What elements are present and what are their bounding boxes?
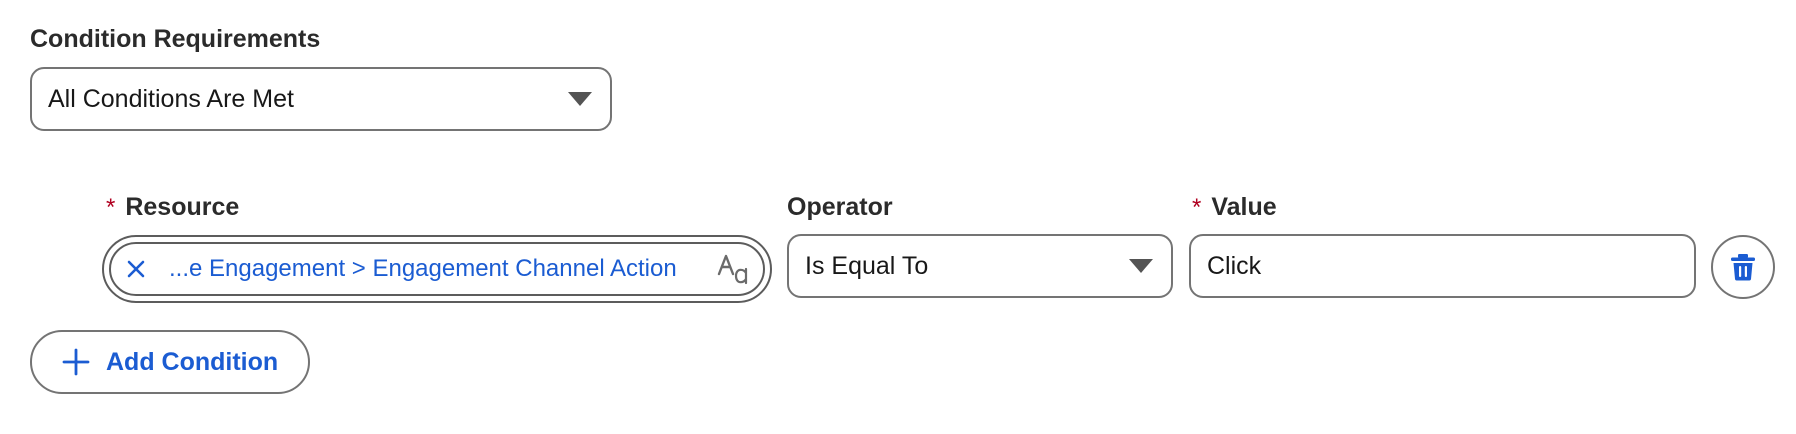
required-indicator: *: [1192, 194, 1202, 221]
value-input[interactable]: Click: [1189, 234, 1696, 298]
chevron-down-icon: [1129, 259, 1153, 273]
chevron-down-icon: [568, 92, 592, 106]
value-label: * Value: [1192, 192, 1277, 223]
trash-icon: [1731, 254, 1755, 281]
resource-pill[interactable]: ...e Engagement > Engagement Channel Act…: [109, 242, 765, 296]
condition-requirements-select[interactable]: All Conditions Are Met: [30, 67, 612, 131]
add-condition-button[interactable]: Add Condition: [30, 330, 311, 394]
text-type-icon: [717, 254, 748, 285]
remove-icon[interactable]: [123, 256, 149, 282]
resource-combobox[interactable]: ...e Engagement > Engagement Channel Act…: [102, 235, 772, 303]
resource-pill-label: ...e Engagement > Engagement Channel Act…: [169, 255, 677, 282]
operator-select[interactable]: Is Equal To: [787, 234, 1173, 298]
value-label-text: Value: [1211, 193, 1277, 221]
plus-icon: [62, 348, 90, 376]
value-input-text: Click: [1207, 251, 1262, 280]
operator-value: Is Equal To: [805, 251, 929, 280]
resource-label-text: Resource: [125, 193, 240, 221]
condition-requirements-label: Condition Requirements: [30, 25, 321, 53]
resource-label: * Resource: [106, 192, 239, 223]
add-condition-label: Add Condition: [106, 347, 279, 376]
condition-requirements-value: All Conditions Are Met: [48, 84, 294, 113]
condition-editor: Condition Requirements All Conditions Ar…: [0, 0, 1796, 434]
operator-label: Operator: [787, 193, 893, 221]
delete-condition-button[interactable]: [1711, 235, 1775, 299]
required-indicator: *: [106, 194, 116, 221]
